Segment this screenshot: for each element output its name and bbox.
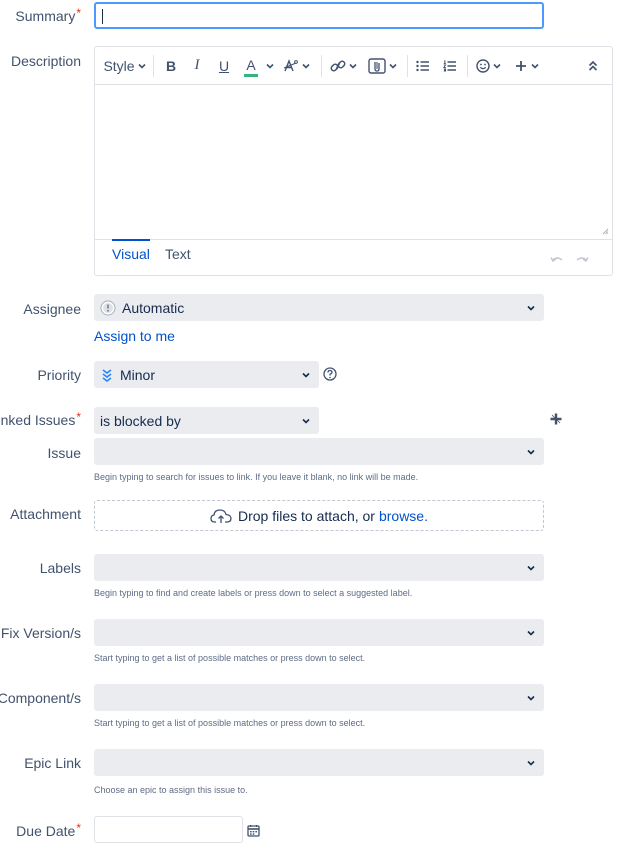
description-label: Description: [10, 53, 81, 69]
help-icon[interactable]: [323, 367, 337, 381]
cloud-upload-icon: [210, 508, 232, 523]
attachment-dropzone[interactable]: Drop files to attach, or browse.: [94, 500, 544, 531]
assign-to-me-link[interactable]: Assign to me: [94, 328, 175, 344]
labels-label: Labels: [39, 560, 81, 576]
calendar-icon[interactable]: [247, 824, 260, 837]
insert-more-button[interactable]: [513, 47, 541, 84]
chevron-down-icon: [527, 449, 535, 455]
priority-label: Priority: [37, 367, 81, 383]
epic-link-hint: Choose an epic to assign this issue to.: [94, 785, 248, 795]
issue-select[interactable]: [94, 438, 544, 465]
fix-versions-hint: Start typing to get a list of possible m…: [94, 653, 366, 663]
issue-label: Issue: [47, 445, 81, 461]
description-editor: Style B I U A Visual Text: [94, 46, 613, 276]
chevron-down-icon: [493, 63, 501, 69]
undo-icon[interactable]: [550, 254, 564, 266]
link-type-value: is blocked by: [100, 412, 181, 429]
link-type-select[interactable]: is blocked by: [94, 407, 319, 434]
fix-versions-select[interactable]: [94, 619, 544, 646]
epic-link-select[interactable]: [94, 749, 544, 776]
assignee-value: Automatic: [122, 299, 185, 316]
bold-button[interactable]: B: [161, 47, 181, 84]
emoji-icon: [476, 58, 490, 73]
text-color-button[interactable]: A: [241, 47, 261, 84]
priority-value: Minor: [120, 366, 156, 383]
labels-select[interactable]: [94, 554, 544, 581]
chevron-down-icon: [527, 695, 535, 701]
text-caret: [102, 9, 103, 24]
style-dropdown[interactable]: Style: [103, 47, 146, 84]
chevron-down-icon: [349, 63, 357, 69]
clear-formatting-icon: [283, 58, 298, 71]
summary-label: Summary*: [15, 6, 81, 24]
priority-select[interactable]: Minor: [94, 361, 319, 388]
tab-text[interactable]: Text: [165, 246, 191, 262]
attachment-button[interactable]: [366, 47, 400, 84]
browse-link[interactable]: browse.: [379, 508, 428, 524]
fix-versions-label: Fix Version/s: [0, 625, 81, 641]
avatar-icon: [100, 300, 116, 315]
components-select[interactable]: [94, 684, 544, 711]
editor-mode-tabs: Visual Text: [95, 239, 612, 276]
due-date-label: Due Date*: [16, 821, 81, 839]
chevron-down-icon: [527, 565, 535, 571]
description-textarea[interactable]: [95, 85, 612, 238]
chevron-down-icon: [530, 63, 539, 69]
collapse-icon: [588, 60, 598, 71]
summary-input[interactable]: [94, 2, 544, 29]
numbered-list-button[interactable]: [440, 47, 460, 84]
underline-button[interactable]: U: [214, 47, 234, 84]
chevron-down-icon: [389, 63, 397, 69]
labels-hint: Begin typing to find and create labels o…: [94, 588, 413, 598]
link-button[interactable]: [329, 47, 359, 84]
tab-visual[interactable]: Visual: [112, 239, 150, 262]
bullet-list-icon: [416, 60, 429, 71]
assignee-label: Assignee: [23, 301, 81, 317]
bullet-list-button[interactable]: [413, 47, 433, 84]
resize-grip-icon[interactable]: [601, 227, 609, 235]
collapse-toolbar-button[interactable]: [584, 47, 602, 84]
components-hint: Start typing to get a list of possible m…: [94, 718, 366, 728]
components-label: Component/s: [0, 690, 81, 706]
chevron-down-icon: [266, 63, 274, 69]
plus-icon: [515, 60, 526, 71]
due-date-input[interactable]: [94, 816, 243, 843]
numbered-list-icon: [443, 60, 456, 71]
attachment-label: Attachment: [10, 506, 81, 522]
emoji-button[interactable]: [475, 47, 503, 84]
chevron-down-icon: [527, 760, 535, 766]
chevron-down-icon: [527, 630, 535, 636]
assignee-select[interactable]: Automatic: [94, 294, 544, 321]
epic-link-label: Epic Link: [24, 755, 81, 771]
redo-icon[interactable]: [575, 254, 589, 266]
italic-button[interactable]: I: [187, 47, 207, 84]
linked-issues-label: Linked Issues*: [0, 410, 81, 428]
text-color-dropdown[interactable]: [264, 47, 276, 84]
link-icon: [330, 60, 346, 71]
chevron-down-icon: [302, 63, 310, 69]
chevron-down-icon: [137, 63, 146, 69]
chevron-down-icon: [302, 372, 310, 378]
color-swatch: [244, 73, 258, 77]
chevron-down-icon: [527, 305, 535, 311]
attachment-icon: [368, 57, 386, 74]
more-formatting-button[interactable]: [282, 47, 312, 84]
editor-toolbar: Style B I U A: [95, 47, 612, 85]
add-link-icon[interactable]: [549, 412, 563, 426]
minor-priority-icon: [102, 368, 112, 382]
chevron-down-icon: [302, 418, 310, 424]
issue-hint: Begin typing to search for issues to lin…: [94, 472, 419, 482]
